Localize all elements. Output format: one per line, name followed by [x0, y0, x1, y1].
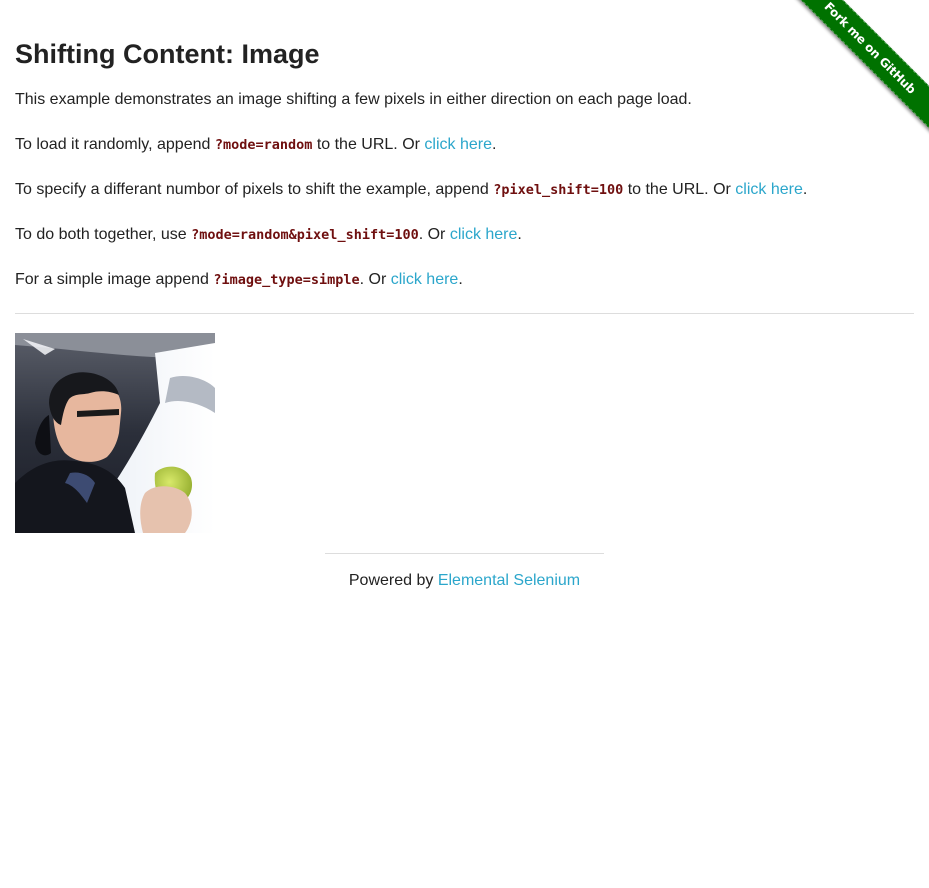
fork-me-on-github-link[interactable]: Fork me on GitHub [785, 0, 929, 133]
pixel-shift-suffix: . [802, 181, 808, 198]
pixel-shift-paragraph: To specify a differant numbor of pixels … [15, 180, 807, 200]
elemental-selenium-link[interactable]: Elemental Selenium [438, 572, 580, 589]
random-mode-paragraph: To load it randomly, append ?mode=random… [15, 135, 496, 155]
content-divider [15, 313, 914, 314]
github-ribbon[interactable]: Fork me on GitHub [780, 0, 929, 149]
simple-prefix: For a simple image append [15, 271, 214, 288]
random-middle: to the URL. Or [312, 136, 425, 153]
both-suffix: . [517, 226, 522, 243]
pixel-shift-prefix: To specify a differant numbor of pixels … [15, 181, 494, 198]
simple-suffix: . [458, 271, 463, 288]
pixel-shift-code: ?pixel_shift=100 [493, 182, 624, 198]
both-link[interactable]: click here [450, 226, 518, 243]
both-middle: . Or [418, 226, 450, 243]
both-paragraph: To do both together, use ?mode=random&pi… [15, 225, 522, 245]
random-prefix: To load it randomly, append [15, 136, 215, 153]
simple-image-code: ?image_type=simple [213, 272, 360, 288]
both-prefix: To do both together, use [15, 226, 192, 243]
footer-prefix: Powered by [348, 572, 438, 589]
random-mode-link[interactable]: click here [424, 136, 492, 153]
simple-middle: . Or [359, 271, 391, 288]
shifting-image [15, 333, 215, 533]
simple-image-link[interactable]: click here [391, 271, 459, 288]
page-title: Shifting Content: Image [15, 39, 320, 69]
random-mode-code: ?mode=random [214, 137, 313, 153]
pixel-shift-middle: to the URL. Or [623, 181, 736, 198]
random-suffix: . [492, 136, 497, 153]
footer-divider [325, 553, 604, 554]
simple-image-paragraph: For a simple image append ?image_type=si… [15, 270, 463, 290]
both-code: ?mode=random&pixel_shift=100 [191, 227, 419, 243]
pixel-shift-link[interactable]: click here [735, 181, 803, 198]
hand [140, 486, 192, 533]
footer: Powered by Elemental Selenium [0, 571, 929, 591]
intro-paragraph: This example demonstrates an image shift… [15, 91, 692, 108]
